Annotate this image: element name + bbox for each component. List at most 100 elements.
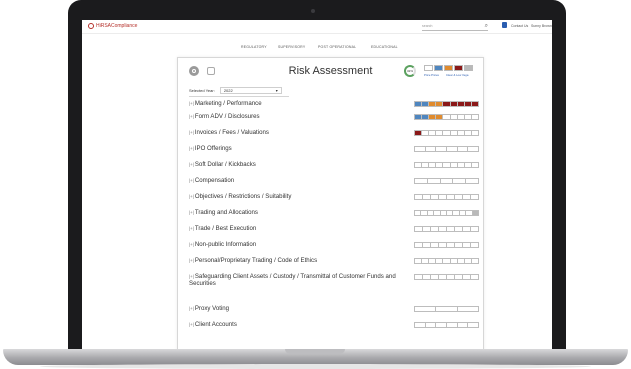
- expand-icon[interactable]: |+|: [189, 242, 194, 247]
- risk-row-label[interactable]: |+|Personal/Proprietary Trading / Code o…: [189, 257, 409, 265]
- risk-segment: [466, 179, 478, 183]
- risk-segment: [464, 115, 472, 119]
- risk-segment: [423, 243, 431, 247]
- risk-segment: [440, 179, 454, 183]
- legend-swatch-empty[interactable]: [424, 65, 433, 71]
- risk-level-bar[interactable]: [414, 242, 479, 248]
- expand-icon[interactable]: |+|: [189, 274, 194, 279]
- risk-row-label[interactable]: |+|Marketing / Performance: [189, 100, 409, 108]
- risk-row-label[interactable]: |+|Form ADV / Disclosures: [189, 113, 409, 121]
- risk-segment: [427, 179, 441, 183]
- risk-level-bar[interactable]: [414, 162, 479, 168]
- nav-supervisory[interactable]: SUPERVISORY: [278, 45, 305, 49]
- risk-row-label[interactable]: |+|Invoices / Fees / Valuations: [189, 129, 409, 137]
- expand-icon[interactable]: |+|: [189, 130, 194, 135]
- contact-us-link[interactable]: Contact Us: [511, 24, 528, 28]
- search-input[interactable]: search ⌕: [422, 23, 488, 31]
- expand-icon[interactable]: |+|: [189, 306, 194, 311]
- risk-segment: [415, 195, 423, 199]
- risk-segment: [415, 307, 437, 311]
- expand-icon[interactable]: |+|: [189, 162, 194, 167]
- main-nav: REGULATORY SUPERVISORY POST OPERATIONAL …: [82, 45, 552, 53]
- risk-segment: [455, 275, 463, 279]
- risk-row-label[interactable]: |+|Non-public Information: [189, 241, 409, 249]
- risk-level-bar[interactable]: [414, 130, 479, 136]
- expand-icon[interactable]: |+|: [189, 114, 194, 119]
- risk-segment: [471, 115, 478, 119]
- risk-row-label[interactable]: |+|Proxy Voting: [189, 305, 409, 313]
- risk-segment: [471, 275, 478, 279]
- legend-swatch-red[interactable]: [454, 65, 463, 71]
- user-menu-link[interactable]: Sunny Brown: [531, 24, 552, 28]
- risk-segment: [429, 102, 437, 106]
- expand-icon[interactable]: |+|: [189, 226, 194, 231]
- risk-segment: [455, 243, 463, 247]
- risk-row-text: Form ADV / Disclosures: [194, 113, 260, 120]
- nav-educational[interactable]: EDUCATIONAL: [371, 45, 398, 49]
- risk-level-bar[interactable]: [414, 258, 479, 264]
- risk-row-text: Personal/Proprietary Trading / Code of E…: [194, 257, 318, 264]
- laptop-notch: [285, 349, 345, 354]
- risk-row-label[interactable]: |+|Objectives / Restrictions / Suitabili…: [189, 193, 409, 201]
- risk-row-label[interactable]: |+|Soft Dollar / Kickbacks: [189, 161, 409, 169]
- risk-row-label[interactable]: |+|IPO Offerings: [189, 145, 409, 153]
- nav-regulatory[interactable]: REGULATORY: [241, 45, 267, 49]
- risk-segment: [472, 211, 479, 215]
- legend-swatch-orange[interactable]: [444, 65, 453, 71]
- expand-icon[interactable]: |+|: [189, 322, 194, 327]
- risk-segment: [468, 147, 479, 151]
- risk-segment: [463, 275, 471, 279]
- risk-segment: [439, 227, 447, 231]
- risk-row-text: Invoices / Fees / Valuations: [194, 129, 269, 136]
- risk-segment: [415, 227, 423, 231]
- expand-icon[interactable]: |+|: [189, 210, 194, 215]
- risk-segment: [422, 115, 430, 119]
- legend-caption-1[interactable]: Price Prices: [424, 73, 439, 77]
- nav-post-operational[interactable]: POST OPERATIONAL: [318, 45, 356, 49]
- search-placeholder: search: [422, 24, 433, 28]
- risk-row-label[interactable]: |+|Client Accounts: [189, 321, 409, 329]
- risk-row-label[interactable]: |+|Compensation: [189, 177, 409, 185]
- risk-segment: [455, 195, 463, 199]
- year-value: 2022: [223, 88, 233, 93]
- logo[interactable]: HiRSACompliance: [88, 23, 137, 29]
- risk-row-text: Non-public Information: [194, 241, 257, 248]
- risk-level-bar[interactable]: [414, 322, 479, 328]
- expand-icon[interactable]: |+|: [189, 178, 194, 183]
- risk-segment: [415, 163, 423, 167]
- risk-segment: [439, 275, 447, 279]
- legend-swatch-blue[interactable]: [434, 65, 443, 71]
- risk-level-bar[interactable]: [414, 146, 479, 152]
- risk-segment: [457, 102, 465, 106]
- legend-swatch-grey[interactable]: [464, 65, 473, 71]
- expand-icon[interactable]: |+|: [189, 101, 194, 106]
- risk-level-bar[interactable]: [414, 306, 479, 312]
- risk-segment: [464, 102, 472, 106]
- risk-row-label[interactable]: |+|Trading and Allocations: [189, 209, 409, 217]
- risk-level-bar[interactable]: [414, 226, 479, 232]
- risk-row-text: Safeguarding Client Assets / Custody / T…: [189, 273, 396, 287]
- risk-level-bar[interactable]: [414, 114, 479, 120]
- risk-segment: [468, 323, 479, 327]
- risk-segment: [457, 323, 469, 327]
- risk-level-bar[interactable]: [414, 274, 479, 280]
- risk-row-label[interactable]: |+|Safeguarding Client Assets / Custody …: [189, 273, 409, 288]
- expand-icon[interactable]: |+|: [189, 146, 194, 151]
- expand-icon[interactable]: |+|: [189, 258, 194, 263]
- risk-level-bar[interactable]: [414, 178, 479, 184]
- risk-segment: [471, 195, 478, 199]
- risk-level-bar[interactable]: [414, 210, 479, 216]
- risk-level-bar[interactable]: [414, 194, 479, 200]
- risk-segment: [429, 259, 437, 263]
- risk-level-bar[interactable]: [414, 101, 479, 107]
- risk-segment: [415, 243, 423, 247]
- legend-caption-2[interactable]: Clear & Low Vega: [446, 73, 468, 77]
- risk-segment: [455, 227, 463, 231]
- year-select[interactable]: 2022 ▾: [219, 87, 282, 94]
- expand-icon[interactable]: |+|: [189, 194, 194, 199]
- risk-assessment-panel: Risk Assessment 32% Price Prices Clear &…: [177, 57, 484, 352]
- risk-segment: [422, 259, 430, 263]
- search-icon[interactable]: ⌕: [485, 23, 488, 29]
- risk-row-label[interactable]: |+|Trade / Best Execution: [189, 225, 409, 233]
- user-icon[interactable]: [502, 22, 507, 28]
